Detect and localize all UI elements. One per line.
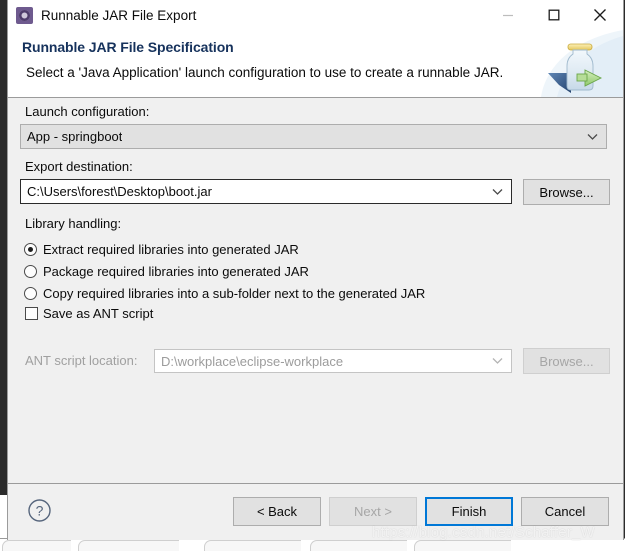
checkbox-unchecked-icon	[25, 307, 38, 320]
library-handling-label: Library handling:	[25, 216, 122, 231]
ant-script-location-label: ANT script location:	[25, 353, 138, 368]
dialog-body: Launch configuration: App - springboot E…	[8, 98, 623, 483]
window-controls	[485, 0, 623, 30]
launch-configuration-value: App - springboot	[27, 129, 123, 144]
library-handling-radio-package[interactable]: Package required libraries into generate…	[24, 264, 309, 279]
dialog-header: Runnable JAR File Specification Select a…	[8, 30, 623, 98]
background-tab	[78, 540, 179, 551]
radio-unselected-icon	[24, 287, 37, 300]
page-title: Runnable JAR File Specification	[22, 39, 234, 55]
background-tab	[204, 540, 301, 551]
radio-unselected-icon	[24, 265, 37, 278]
finish-button[interactable]: Finish	[425, 497, 513, 526]
save-as-ant-script-label: Save as ANT script	[43, 306, 154, 321]
launch-configuration-combo[interactable]: App - springboot	[20, 124, 607, 149]
export-destination-combo[interactable]: C:\Users\forest\Desktop\boot.jar	[20, 179, 512, 204]
background-tab	[2, 540, 71, 551]
launch-configuration-label: Launch configuration:	[25, 104, 150, 119]
chevron-down-icon	[492, 358, 503, 365]
background-tab	[414, 540, 511, 551]
library-handling-radio-copy[interactable]: Copy required libraries into a sub-folde…	[24, 286, 425, 301]
save-as-ant-script-checkbox[interactable]: Save as ANT script	[25, 306, 153, 321]
maximize-icon[interactable]	[531, 0, 577, 30]
minimize-icon[interactable]	[485, 0, 531, 30]
cancel-button[interactable]: Cancel	[521, 497, 609, 526]
chevron-down-icon	[587, 133, 598, 140]
dialog-footer: ? < Back Next > Finish Cancel	[8, 483, 623, 540]
browse-ant-script-button: Browse...	[523, 348, 610, 374]
library-handling-option-label: Copy required libraries into a sub-folde…	[43, 286, 426, 301]
browse-destination-button[interactable]: Browse...	[523, 179, 610, 205]
close-icon[interactable]	[577, 0, 623, 30]
library-handling-option-label: Package required libraries into generate…	[43, 264, 309, 279]
chevron-down-icon	[492, 188, 503, 195]
eclipse-jar-export-icon	[16, 6, 33, 24]
next-button: Next >	[329, 497, 417, 526]
jar-export-banner-icon	[541, 30, 623, 97]
title-bar: Runnable JAR File Export	[8, 0, 623, 30]
ant-script-location-value: D:\workplace\eclipse-workplace	[161, 353, 344, 369]
back-button[interactable]: < Back	[233, 497, 321, 526]
window-title: Runnable JAR File Export	[41, 7, 197, 23]
help-icon[interactable]: ?	[27, 498, 52, 523]
export-destination-value: C:\Users\forest\Desktop\boot.jar	[27, 184, 212, 199]
library-handling-option-label: Extract required libraries into generate…	[43, 242, 299, 257]
page-description: Select a 'Java Application' launch confi…	[26, 65, 504, 80]
ant-script-location-combo: D:\workplace\eclipse-workplace	[154, 349, 512, 373]
export-destination-label: Export destination:	[25, 159, 133, 174]
svg-text:?: ?	[36, 503, 44, 519]
library-handling-radio-extract[interactable]: Extract required libraries into generate…	[24, 242, 299, 257]
background-tab	[310, 540, 407, 551]
runnable-jar-export-dialog: Runnable JAR File Export Runnable JAR Fi…	[7, 0, 624, 540]
footer-button-group: < Back Next > Finish Cancel	[233, 497, 609, 526]
radio-selected-icon	[24, 243, 37, 256]
